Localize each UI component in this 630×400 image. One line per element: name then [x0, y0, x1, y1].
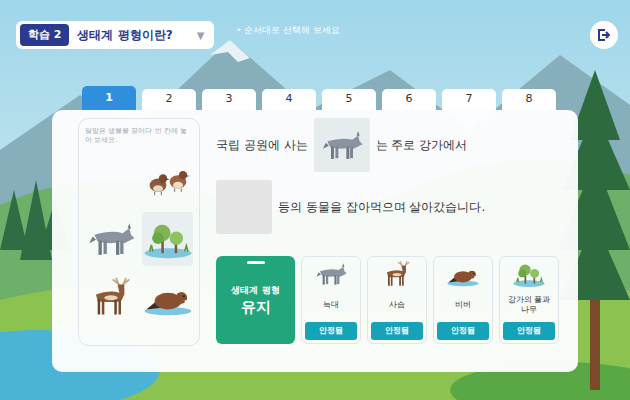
- status-badge: 안정됨: [305, 322, 357, 340]
- tab-label: 3: [226, 91, 233, 108]
- sentence-text-content: 는 주로 강가에서: [376, 138, 468, 152]
- tab-label: 1: [105, 90, 113, 107]
- organism-card[interactable]: [142, 154, 193, 208]
- balance-label: 생태계 평형: [231, 284, 279, 298]
- tab-label: 8: [526, 91, 533, 108]
- sentence-text: 등의 동물을 잡아먹으며 살아갔습니다.: [278, 198, 485, 216]
- organism-card[interactable]: [142, 212, 193, 266]
- wolf-icon: [320, 126, 364, 164]
- species-card: 강가의 풀과 나무안정됨: [499, 256, 559, 344]
- organism-card[interactable]: [142, 270, 193, 324]
- species-card: 비버안정됨: [433, 256, 493, 344]
- step-tab[interactable]: 3: [202, 89, 256, 110]
- step-tab[interactable]: 7: [442, 89, 496, 110]
- answer-slot[interactable]: [314, 118, 370, 172]
- step-tab[interactable]: 1: [82, 86, 136, 110]
- lesson-title: 생태계 평형이란?: [77, 26, 172, 44]
- balance-card: 생태계 평형유지: [216, 256, 295, 344]
- exit-button[interactable]: [590, 21, 618, 49]
- step-tab[interactable]: 8: [502, 89, 556, 110]
- status-badge: 안정됨: [503, 322, 555, 340]
- lesson-card: 알맞은 생물을 끌어다 빈 칸에 놓아 보세요. 국립 공원에 사는 는 주로 강…: [52, 110, 578, 372]
- balance-state: 유지: [241, 298, 271, 316]
- sentence-line: 국립 공원에 사는 는 주로 강가에서: [216, 118, 560, 172]
- balance-bar: [247, 261, 265, 264]
- deer-icon: [380, 260, 414, 288]
- wolf-icon: [314, 260, 348, 288]
- step-tabs: 1 2 3 4 5 6 7 8: [82, 86, 630, 110]
- organism-grid: [85, 154, 193, 324]
- answer-slot-wrap: [216, 180, 272, 234]
- species-name: 사슴: [389, 288, 405, 322]
- tab-label: 5: [346, 91, 353, 108]
- birds-icon: [143, 160, 193, 202]
- status-row: 생태계 평형유지늑대안정됨사슴안정됨비버안정됨강가의 풀과 나무안정됨: [216, 256, 560, 344]
- sentence-line: 등의 동물을 잡아먹으며 살아갔습니다.: [216, 180, 560, 234]
- exit-icon: [597, 28, 611, 42]
- species-card: 사슴안정됨: [367, 256, 427, 344]
- plants-icon: [143, 218, 193, 260]
- wolf-icon: [86, 218, 136, 260]
- organism-card[interactable]: [85, 270, 136, 324]
- tab-label: 2: [166, 91, 173, 108]
- organism-card[interactable]: [85, 212, 136, 266]
- tab-label: 7: [466, 91, 473, 108]
- beaver-icon: [143, 276, 193, 318]
- panel-hint: 알맞은 생물을 끌어다 빈 칸에 놓아 보세요.: [85, 127, 193, 146]
- tab-label: 6: [406, 91, 413, 108]
- step-tab[interactable]: 6: [382, 89, 436, 110]
- answer-slot[interactable]: [216, 180, 272, 234]
- beaver-icon: [446, 260, 480, 288]
- sentence-text: 는 주로 강가에서: [376, 136, 468, 154]
- answer-slot-wrap: [314, 118, 370, 172]
- sentence-text: 국립 공원에 사는: [216, 136, 308, 154]
- tab-label: 4: [286, 91, 293, 108]
- species-name: 비버: [455, 288, 471, 322]
- organism-panel: 알맞은 생물을 끌어다 빈 칸에 놓아 보세요.: [78, 118, 200, 346]
- step-tab[interactable]: 4: [262, 89, 316, 110]
- step-tab[interactable]: 2: [142, 89, 196, 110]
- sentence: 국립 공원에 사는 는 주로 강가에서등의 동물을 잡아먹으며 살아갔습니다.: [216, 118, 560, 234]
- status-badge: 안정됨: [437, 322, 489, 340]
- sentence-text-content: 등의 동물을 잡아먹으며 살아갔습니다.: [278, 200, 485, 214]
- lesson-badge: 학습 2: [20, 24, 69, 47]
- step-tab[interactable]: 5: [322, 89, 376, 110]
- dropdown-icon[interactable]: ▼: [197, 28, 205, 43]
- plants-icon: [512, 260, 546, 288]
- sentence-text-content: 국립 공원에 사는: [216, 138, 308, 152]
- deer-icon: [86, 276, 136, 318]
- species-name: 늑대: [323, 288, 339, 322]
- lesson-selector[interactable]: 학습 2 생태계 평형이란? ▼: [16, 21, 214, 49]
- species-name: 강가의 풀과 나무: [503, 288, 555, 322]
- species-card: 늑대안정됨: [301, 256, 361, 344]
- status-badge: 안정됨: [371, 322, 423, 340]
- instruction: • 순서대로 선택해 보세요: [236, 24, 340, 38]
